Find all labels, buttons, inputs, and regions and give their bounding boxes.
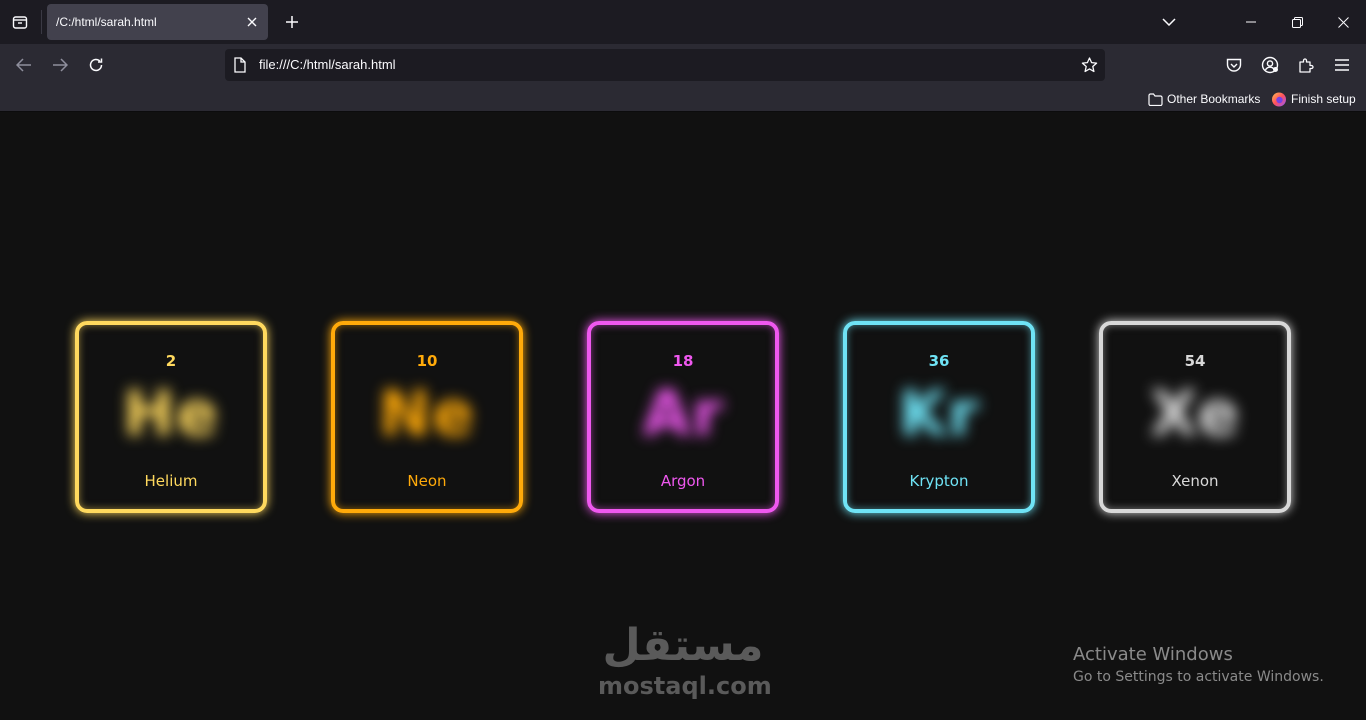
list-all-tabs-button[interactable] — [1146, 0, 1192, 44]
activate-windows-title: Activate Windows — [1073, 644, 1233, 665]
element-name: Helium — [144, 472, 198, 490]
finish-setup-bookmark[interactable]: Finish setup — [1271, 90, 1356, 108]
pocket-button[interactable] — [1220, 51, 1248, 79]
restore-button[interactable] — [1274, 0, 1320, 44]
address-bar[interactable]: file:///C:/html/sarah.html — [225, 49, 1105, 81]
tab-title: /C:/html/sarah.html — [56, 15, 157, 29]
activate-windows-subtitle: Go to Settings to activate Windows. — [1073, 669, 1324, 685]
new-tab-button[interactable] — [278, 8, 306, 36]
element-symbol: He — [122, 376, 220, 452]
element-name: Krypton — [909, 472, 969, 490]
close-icon — [1337, 16, 1349, 28]
watermark-latin: mostaql.com — [598, 672, 772, 700]
chevron-down-icon — [1162, 18, 1176, 26]
hamburger-menu-icon — [1335, 59, 1349, 71]
account-button[interactable] — [1256, 51, 1284, 79]
arrow-right-icon — [53, 58, 68, 72]
atomic-number: 54 — [1184, 352, 1206, 370]
element-card-argon: 18 Ar Argon — [587, 321, 779, 513]
bookmark-star-button[interactable] — [1079, 55, 1099, 75]
element-symbol: Xe — [1148, 376, 1241, 452]
element-name: Neon — [407, 472, 447, 490]
other-bookmarks-label: Other Bookmarks — [1167, 92, 1261, 106]
atomic-number: 2 — [165, 352, 177, 370]
account-icon — [1261, 56, 1279, 74]
tab-bar: /C:/html/sarah.html — [0, 0, 1366, 44]
atomic-number: 10 — [416, 352, 438, 370]
puzzle-icon — [1299, 58, 1314, 73]
plus-icon — [286, 16, 298, 28]
tab-separator — [41, 10, 42, 34]
url-text: file:///C:/html/sarah.html — [259, 57, 396, 72]
reload-icon — [89, 58, 103, 72]
element-symbol: Ne — [378, 376, 476, 452]
active-tab[interactable]: /C:/html/sarah.html — [47, 4, 268, 40]
page-content: 2 He Helium 10 Ne Neon 18 Ar Argon 36 Kr… — [0, 112, 1366, 720]
restore-icon — [1291, 16, 1303, 28]
arrow-left-icon — [16, 58, 31, 72]
element-name: Argon — [660, 472, 706, 490]
close-icon — [247, 17, 257, 27]
navigation-bar: file:///C:/html/sarah.html — [0, 44, 1366, 86]
folder-icon — [1148, 92, 1163, 106]
tab-close-button[interactable] — [244, 14, 260, 30]
firefox-icon — [1272, 92, 1286, 107]
watermark-logo: مستقل mostaql.com — [598, 620, 772, 701]
element-card-neon: 10 Ne Neon — [331, 321, 523, 513]
other-bookmarks[interactable]: Other Bookmarks — [1148, 90, 1260, 108]
extensions-button[interactable] — [1292, 51, 1320, 79]
reload-button[interactable] — [82, 51, 110, 79]
app-menu-button[interactable] — [1328, 51, 1356, 79]
minimize-button[interactable] — [1228, 0, 1274, 44]
bookmarks-toolbar: Other Bookmarks Finish setup — [0, 86, 1366, 112]
element-card-krypton: 36 Kr Krypton — [843, 321, 1035, 513]
tab-list-icon — [12, 16, 28, 29]
minimize-icon — [1246, 21, 1256, 23]
element-symbol: Kr — [897, 376, 980, 452]
element-card-xenon: 54 Xe Xenon — [1099, 321, 1291, 513]
star-icon — [1081, 57, 1097, 73]
finish-setup-label: Finish setup — [1291, 92, 1356, 106]
forward-button[interactable] — [46, 51, 74, 79]
element-card-helium: 2 He Helium — [75, 321, 267, 513]
back-button[interactable] — [10, 51, 38, 79]
atomic-number: 18 — [672, 352, 694, 370]
tab-list-button[interactable] — [6, 8, 34, 36]
close-window-button[interactable] — [1320, 0, 1366, 44]
element-name: Xenon — [1171, 472, 1219, 490]
element-symbol: Ar — [641, 376, 724, 452]
activate-windows-notice: Activate Windows Go to Settings to activ… — [1073, 644, 1324, 685]
document-icon — [234, 57, 246, 73]
pocket-icon — [1226, 58, 1242, 72]
atomic-number: 36 — [928, 352, 950, 370]
watermark-arabic: مستقل — [602, 620, 764, 671]
